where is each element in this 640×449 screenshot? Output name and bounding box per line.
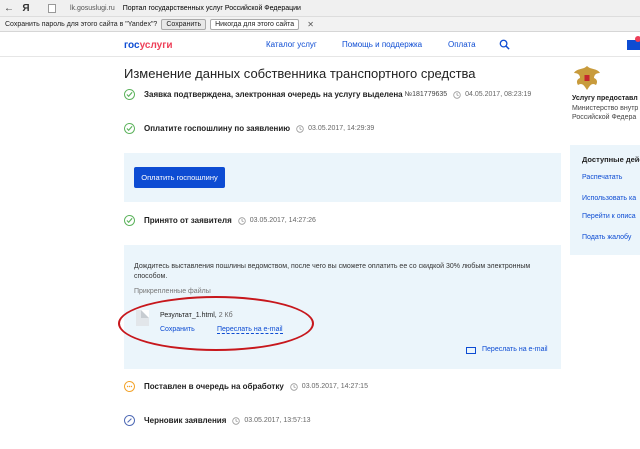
- request-number: №181779635: [404, 91, 448, 98]
- password-save-bar: Сохранить пароль для этого сайта в "Yand…: [0, 17, 640, 32]
- nav-catalog[interactable]: Каталог услуг: [266, 40, 317, 49]
- password-question: Сохранить пароль для этого сайта в "Yand…: [5, 20, 158, 28]
- pencil-icon: [124, 415, 135, 426]
- step-pay-fee: Оплатите госпошлину по заявлению 03.05.2…: [124, 123, 374, 134]
- step-datetime: 03.05.2017, 14:29:39: [308, 125, 375, 132]
- step-label: Поставлен в очередь на обработку: [144, 382, 284, 391]
- yandex-icon[interactable]: Я: [18, 3, 34, 14]
- page-icon: [48, 3, 56, 13]
- back-arrow-icon[interactable]: ←: [0, 0, 18, 17]
- step-label: Черновик заявления: [144, 416, 227, 425]
- clock-icon: [453, 90, 461, 99]
- address-host[interactable]: lk.gosuslugi.ru: [70, 5, 115, 12]
- close-icon[interactable]: ✕: [307, 20, 314, 29]
- check-icon: [124, 89, 135, 100]
- save-password-button[interactable]: Сохранить: [161, 18, 207, 30]
- address-title[interactable]: Портал государственных услуг Российской …: [123, 5, 301, 12]
- email-result-link[interactable]: Переслать на e-mail: [482, 346, 548, 353]
- search-icon[interactable]: [499, 39, 510, 50]
- coat-of-arms-icon: [574, 66, 600, 90]
- provider-name: Министерство внутр Российской Федера: [572, 105, 639, 121]
- page-title: Изменение данных собственника транспортн…: [124, 66, 476, 81]
- check-icon: [124, 215, 135, 226]
- site-header: госуслуги Каталог услуг Помощь и поддерж…: [0, 32, 640, 57]
- fee-notice: Дождитесь выставления пошлины ведомством…: [134, 263, 531, 280]
- nav-payment[interactable]: Оплата: [448, 40, 476, 49]
- clock-icon: [296, 124, 304, 133]
- step-queued: Поставлен в очередь на обработку 03.05.2…: [124, 381, 368, 392]
- step-accepted: Принято от заявителя 03.05.2017, 14:27:2…: [124, 215, 316, 226]
- clock-icon: [290, 382, 298, 391]
- nav-help[interactable]: Помощь и поддержка: [342, 40, 422, 49]
- gosuslugi-logo[interactable]: госуслуги: [124, 40, 173, 51]
- step-label: Оплатите госпошлину по заявлению: [144, 124, 291, 133]
- step-label: Заявка подтверждена, электронная очередь…: [144, 90, 403, 99]
- highlight-annotation: [118, 296, 314, 351]
- step-datetime: 03.05.2017, 14:27:26: [249, 217, 316, 224]
- clock-icon: [238, 216, 246, 225]
- actions-title: Доступные дейс: [582, 155, 640, 164]
- provider-title: Услугу предоставл: [572, 95, 638, 102]
- use-as-template-link[interactable]: Использовать ка: [582, 195, 636, 202]
- ellipsis-icon: [124, 381, 135, 392]
- step-datetime: 03.05.2017, 14:27:15: [301, 383, 368, 390]
- step-label: Принято от заявителя: [144, 216, 232, 225]
- print-link[interactable]: Распечатать: [582, 174, 622, 181]
- envelope-icon: [466, 347, 476, 354]
- step-datetime: 03.05.2017, 13:57:13: [244, 417, 311, 424]
- attachments-label: Прикрепленные файлы: [134, 288, 211, 295]
- clock-icon: [232, 416, 241, 425]
- step-draft: Черновик заявления 03.05.2017, 13:57:13: [124, 415, 311, 426]
- complaint-link[interactable]: Подать жалобу: [582, 234, 631, 241]
- check-icon: [124, 123, 135, 134]
- never-save-button[interactable]: Никогда для этого сайта: [210, 18, 300, 30]
- browser-toolbar: ← Я lk.gosuslugi.ru Портал государственн…: [0, 0, 640, 17]
- step-confirmed: Заявка подтверждена, электронная очередь…: [124, 89, 531, 100]
- notification-badge: [635, 36, 640, 42]
- pay-fee-button[interactable]: Оплатить госпошлину: [134, 167, 225, 188]
- service-description-link[interactable]: Перейти к описа: [582, 213, 636, 220]
- step-datetime: 04.05.2017, 08:23:19: [465, 91, 532, 98]
